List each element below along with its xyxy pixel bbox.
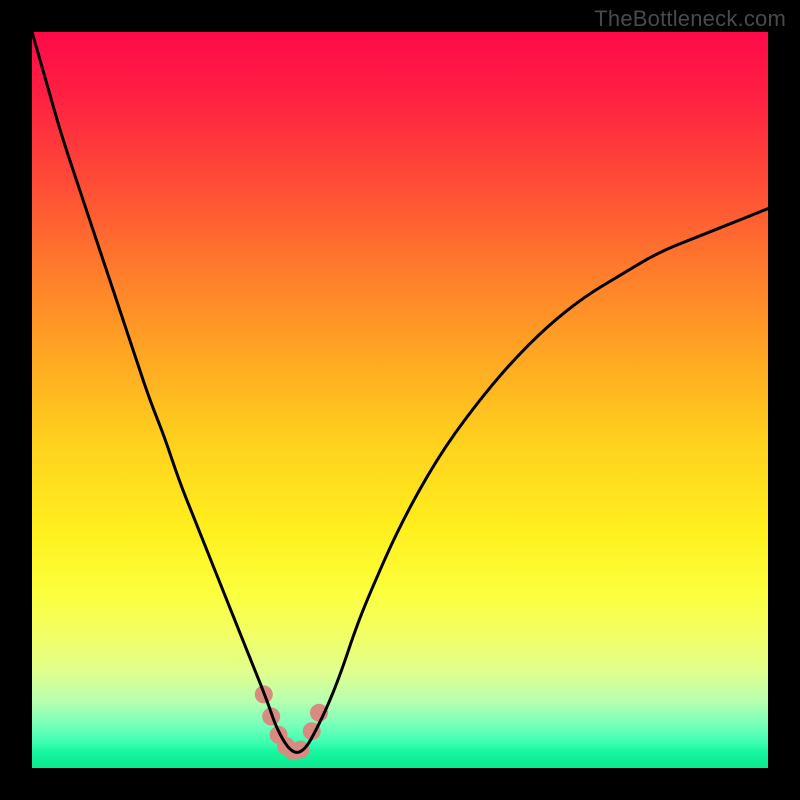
plot-area xyxy=(32,32,768,768)
bottleneck-curve xyxy=(32,32,768,752)
chart-frame: TheBottleneck.com xyxy=(0,0,800,800)
watermark-text: TheBottleneck.com xyxy=(594,6,786,32)
curve-layer xyxy=(32,32,768,768)
